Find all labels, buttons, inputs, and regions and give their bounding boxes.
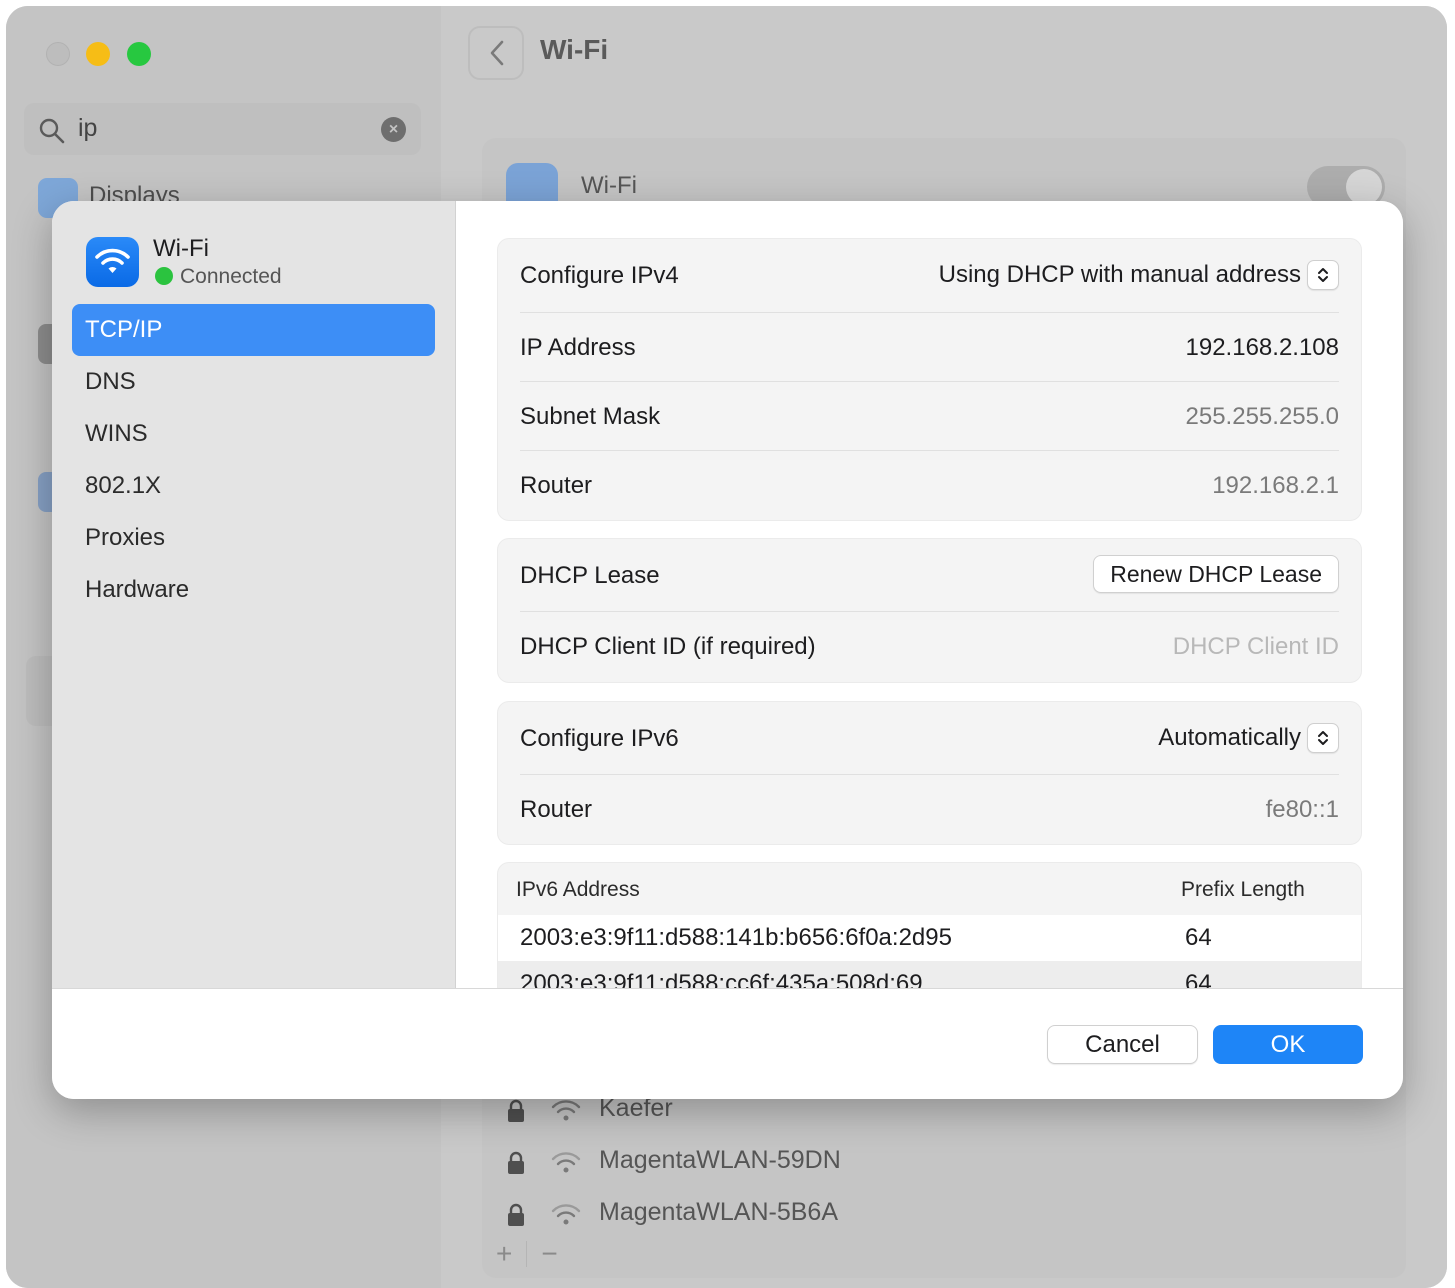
configure-ipv6-label: Configure IPv6	[520, 725, 679, 752]
router-label: Router	[520, 472, 593, 499]
tab-tcpip[interactable]: TCP/IP	[72, 304, 435, 356]
table-row[interactable]: 2003:e3:9f11:d588:cc6f:435a:508d:69 64	[498, 961, 1361, 988]
tab-proxies[interactable]: Proxies	[72, 512, 435, 564]
ipv6-router-label: Router	[520, 796, 593, 823]
ipv6-router-value: fe80::1	[1265, 796, 1339, 823]
chevron-left-icon	[490, 40, 504, 66]
remove-network-button[interactable]: −	[541, 1238, 557, 1269]
configure-ipv6-row: Configure IPv6 Automatically	[520, 702, 1339, 775]
tab-wins[interactable]: WINS	[72, 408, 435, 460]
prefix-length-cell: 64	[1185, 970, 1212, 988]
ipv6-router-row: Router fe80::1	[520, 775, 1339, 844]
renew-dhcp-lease-button[interactable]: Renew DHCP Lease	[1093, 555, 1339, 593]
wifi-row-label: Wi-Fi	[581, 172, 637, 199]
network-name: MagentaWLAN-59DN	[599, 1146, 841, 1174]
wifi-signal-icon	[551, 1204, 581, 1225]
ipv6-address-table: IPv6 Address Prefix Length 2003:e3:9f11:…	[497, 862, 1362, 988]
divider	[526, 1241, 528, 1267]
window-minimize-button[interactable]	[86, 42, 110, 66]
lock-icon	[508, 1099, 524, 1122]
column-header-prefix-length[interactable]: Prefix Length	[1181, 878, 1305, 902]
page-title: Wi-Fi	[540, 34, 609, 65]
add-network-button[interactable]: +	[496, 1238, 512, 1269]
dhcp-group: DHCP Lease Renew DHCP Lease DHCP Client …	[497, 538, 1362, 683]
wifi-service-icon	[86, 237, 139, 287]
add-remove-controls: + −	[496, 1238, 558, 1270]
sidebar-item-icon	[38, 324, 52, 364]
search-input[interactable]: ip	[78, 114, 97, 143]
table-header: IPv6 Address Prefix Length	[498, 863, 1361, 915]
ipv6-address-cell: 2003:e3:9f11:d588:141b:b656:6f0a:2d95	[520, 924, 952, 951]
configure-ipv6-value: Automatically	[1158, 724, 1301, 751]
dhcp-client-id-label: DHCP Client ID (if required)	[520, 633, 816, 660]
wifi-icon	[95, 248, 130, 273]
dialog-sidebar: Wi-Fi Connected TCP/IP DNS WINS 802.1X P…	[52, 201, 456, 988]
dhcp-lease-row: DHCP Lease Renew DHCP Lease	[520, 539, 1339, 612]
tab-hardware[interactable]: Hardware	[72, 564, 435, 616]
window-close-button[interactable]	[46, 42, 70, 66]
dialog-footer: Cancel OK	[52, 988, 1403, 1099]
dhcp-client-id-row: DHCP Client ID (if required) DHCP Client…	[520, 612, 1339, 682]
service-name: Wi-Fi	[153, 235, 209, 262]
configure-ipv4-label: Configure IPv4	[520, 262, 679, 289]
sidebar-selection-highlight	[26, 656, 52, 726]
column-header-ipv6-address[interactable]: IPv6 Address	[516, 878, 640, 902]
ip-address-field[interactable]: 192.168.2.108	[1186, 313, 1339, 382]
ipv6-address-cell: 2003:e3:9f11:d588:cc6f:435a:508d:69	[520, 970, 923, 988]
configure-ipv4-popup[interactable]: Using DHCP with manual address	[939, 259, 1339, 291]
clear-search-icon[interactable]: ×	[381, 117, 406, 142]
network-name: MagentaWLAN-5B6A	[599, 1198, 839, 1226]
subnet-mask-value: 255.255.255.0	[1185, 403, 1339, 430]
dialog-content: Configure IPv4 Using DHCP with manual ad…	[457, 201, 1403, 988]
search-icon	[39, 118, 65, 144]
cancel-button[interactable]: Cancel	[1047, 1025, 1198, 1064]
lock-icon	[508, 1203, 524, 1226]
back-button[interactable]	[468, 26, 524, 80]
status-dot-icon	[155, 267, 173, 285]
wifi-signal-icon	[551, 1100, 581, 1121]
tcpip-settings-dialog: Wi-Fi Connected TCP/IP DNS WINS 802.1X P…	[52, 201, 1403, 1099]
dhcp-client-id-field[interactable]: DHCP Client ID	[1173, 612, 1339, 682]
subnet-mask-label: Subnet Mask	[520, 403, 661, 430]
tab-8021x[interactable]: 802.1X	[72, 460, 435, 512]
wifi-signal-icon	[551, 1152, 581, 1173]
ipv4-group: Configure IPv4 Using DHCP with manual ad…	[497, 238, 1362, 521]
router-row: Router 192.168.2.1	[520, 451, 1339, 520]
prefix-length-cell: 64	[1185, 924, 1212, 951]
table-row[interactable]: 2003:e3:9f11:d588:141b:b656:6f0a:2d95 64	[498, 915, 1361, 961]
search-field[interactable]: ip ×	[24, 103, 421, 155]
up-down-chevron-icon	[1307, 723, 1339, 753]
configure-ipv4-row: Configure IPv4 Using DHCP with manual ad…	[520, 239, 1339, 313]
lock-icon	[508, 1151, 524, 1174]
ipv6-group: Configure IPv6 Automatically Router fe80…	[497, 701, 1362, 845]
status-label: Connected	[180, 265, 282, 288]
tab-dns[interactable]: DNS	[72, 356, 435, 408]
router-value: 192.168.2.1	[1212, 472, 1339, 499]
window-zoom-button[interactable]	[127, 42, 151, 66]
connection-status: Connected	[155, 265, 282, 289]
subnet-mask-row: Subnet Mask 255.255.255.0	[520, 382, 1339, 451]
sidebar-item-icon	[38, 472, 52, 512]
ip-address-label: IP Address	[520, 334, 636, 361]
dhcp-lease-label: DHCP Lease	[520, 562, 660, 589]
up-down-chevron-icon	[1307, 260, 1339, 290]
configure-ipv6-popup[interactable]: Automatically	[1158, 722, 1339, 754]
ok-button[interactable]: OK	[1213, 1025, 1363, 1064]
dialog-nav: TCP/IP DNS WINS 802.1X Proxies Hardware	[72, 304, 435, 616]
ip-address-row: IP Address 192.168.2.108	[520, 313, 1339, 382]
configure-ipv4-value: Using DHCP with manual address	[938, 261, 1301, 288]
